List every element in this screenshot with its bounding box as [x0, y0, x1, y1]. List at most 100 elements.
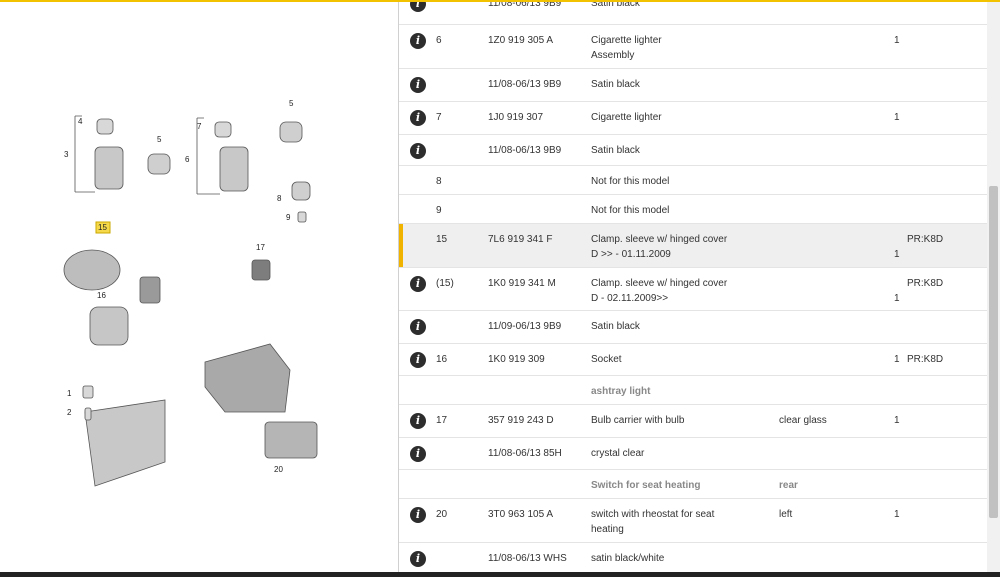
exploded-parts-diagram: 4 3 5 7 6 5 8 9 15 17 16 1 2 20: [63, 99, 318, 487]
info-icon[interactable]: i: [410, 352, 426, 368]
pr-code: PR:K8D: [907, 354, 944, 365]
part-description: Bulb carrier with bulb: [591, 413, 684, 428]
sleeve-part-2: [279, 121, 303, 143]
parts-subheading-row[interactable]: Switch for seat heating rear: [399, 470, 987, 499]
callout-label: 17: [256, 243, 265, 252]
parts-row[interactable]: i 17 357 919 243 D Bulb carrier with bulb cl…: [399, 405, 987, 438]
info-icon[interactable]: i: [410, 446, 426, 462]
callout-label: 15: [98, 223, 107, 232]
info-icon[interactable]: i: [410, 110, 426, 126]
description-line: heating: [591, 524, 624, 535]
parts-row[interactable]: i 20 3T0 963 105 A switch with rheostat for…: [399, 499, 987, 543]
diagram-callout-17[interactable]: 17: [256, 243, 265, 252]
pr-code: PR:K8D: [907, 278, 944, 289]
info-icon[interactable]: i: [410, 143, 426, 159]
parts-subheading-row[interactable]: ashtray light: [399, 376, 987, 405]
diagram-callout-9[interactable]: 9: [286, 213, 291, 222]
seat-heating-switch-part: [264, 421, 318, 459]
description-line: Assembly: [591, 50, 635, 61]
info-icon[interactable]: i: [410, 77, 426, 93]
diagram-callout-20[interactable]: 20: [274, 465, 283, 474]
info-icon[interactable]: i: [410, 507, 426, 523]
diagram-callout-2[interactable]: 2: [67, 408, 72, 417]
part-note: rear: [779, 480, 798, 491]
part-description: Satin black: [591, 319, 640, 334]
parts-row[interactable]: 9 Not for this model: [399, 195, 987, 224]
parts-row[interactable]: 15 7L6 919 341 F Clamp. sleeve w/ hinged c…: [399, 224, 987, 268]
ashtray-part: [84, 399, 166, 487]
part-number: 1K0 919 341 M: [488, 278, 556, 289]
parts-row[interactable]: i 11/08-06/13 85H crystal clear: [399, 438, 987, 470]
position-number: 15: [436, 234, 448, 245]
info-icon[interactable]: i: [410, 319, 426, 335]
diagram-callout-16[interactable]: 16: [97, 291, 106, 300]
parts-row[interactable]: i (15) 1K0 919 341 M Clamp. sleeve w/ hinge…: [399, 268, 987, 311]
part-description: satin black/white: [591, 551, 664, 566]
vertical-scrollbar[interactable]: [987, 2, 1000, 572]
part-number: 3T0 963 105 A: [488, 509, 554, 520]
position-number: 7: [436, 112, 442, 123]
part-description: Satin black: [591, 2, 640, 11]
part-description: Satin black: [591, 77, 640, 92]
description-line: D - 02.11.2009>>: [591, 293, 669, 304]
quantity: 1: [894, 112, 900, 123]
quantity: 1: [894, 249, 900, 260]
description-line: D >> - 01.11.2009: [591, 249, 671, 260]
info-icon[interactable]: i: [410, 413, 426, 429]
part-number: 11/08-06/13 9B9: [488, 2, 562, 9]
callout-label: 3: [64, 150, 69, 159]
diagram-callout-5[interactable]: 5: [157, 135, 162, 144]
parts-row[interactable]: 8 Not for this model: [399, 166, 987, 195]
description-line: Satin black: [591, 2, 640, 9]
description-line: Satin black: [591, 79, 640, 90]
parts-row[interactable]: i 7 1J0 919 307 Cigarette lighter 1: [399, 102, 987, 135]
part-note: clear glass: [779, 415, 827, 426]
part-description: Clamp. sleeve w/ hinged cover D - 02.11.2…: [591, 276, 727, 306]
parts-row[interactable]: i 11/08-06/13 WHS satin black/white: [399, 543, 987, 572]
part-number: 11/09-06/13 9B9: [488, 321, 562, 332]
parts-row[interactable]: i 11/08-06/13 9B9 Satin black: [399, 2, 987, 25]
part-number: 11/08-06/13 WHS: [488, 553, 567, 564]
diagram-callout-8[interactable]: 8: [277, 194, 282, 203]
quantity: 1: [894, 293, 900, 304]
lighter-body-part: [94, 146, 124, 190]
description-line: Clamp. sleeve w/ hinged cover: [591, 278, 728, 289]
parts-row[interactable]: i 11/08-06/13 9B9 Satin black: [399, 69, 987, 102]
description-line: satin black/white: [591, 553, 665, 564]
parts-row[interactable]: i 11/09-06/13 9B9 Satin black: [399, 311, 987, 344]
quantity: 1: [894, 35, 900, 46]
description-line: Switch for seat heating: [591, 480, 701, 491]
part-description: switch with rheostat for seat heating: [591, 507, 714, 537]
info-icon[interactable]: i: [410, 2, 426, 12]
diagram-callout-4[interactable]: 4: [78, 117, 83, 126]
quantity: 1: [894, 415, 900, 426]
diagram-callout-15[interactable]: 15: [95, 221, 111, 234]
diagram-callout-1[interactable]: 1: [67, 389, 72, 398]
position-number: 20: [436, 509, 448, 520]
diagram-callout-3[interactable]: 3: [64, 150, 69, 159]
lighter-body-part-2: [219, 146, 249, 192]
parts-row[interactable]: i 16 1K0 919 309 Socket 1 PR:K8D: [399, 344, 987, 376]
parts-list: i 11/08-06/13 9B9 Satin black i 6 1Z0 919 305…: [399, 2, 987, 572]
description-line: switch with rheostat for seat: [591, 509, 715, 520]
description-line: crystal clear: [591, 448, 645, 459]
diagram-callout-6[interactable]: 6: [185, 155, 190, 164]
scrollbar-thumb[interactable]: [989, 186, 998, 518]
position-number: 9: [436, 205, 442, 216]
callout-label: 2: [67, 408, 72, 417]
info-icon[interactable]: i: [410, 33, 426, 49]
callout-label: 7: [197, 122, 202, 131]
info-icon[interactable]: i: [410, 276, 426, 292]
parts-row[interactable]: i 11/08-06/13 9B9 Satin black: [399, 135, 987, 166]
position-number: 17: [436, 415, 448, 426]
diagram-callout-5[interactable]: 5: [289, 99, 294, 108]
socket-part-8: [291, 181, 311, 201]
part-number: 357 919 243 D: [488, 415, 554, 426]
description-line: Clamp. sleeve w/ hinged cover: [591, 234, 728, 245]
part-number: 11/08-06/13 85H: [488, 448, 562, 459]
info-icon[interactable]: i: [410, 551, 426, 567]
lighter-knob-part-2: [214, 121, 232, 138]
lighter-knob-part: [96, 118, 114, 135]
diagram-callout-7[interactable]: 7: [197, 122, 202, 131]
parts-row[interactable]: i 6 1Z0 919 305 A Cigarette lighter Assembly…: [399, 25, 987, 69]
